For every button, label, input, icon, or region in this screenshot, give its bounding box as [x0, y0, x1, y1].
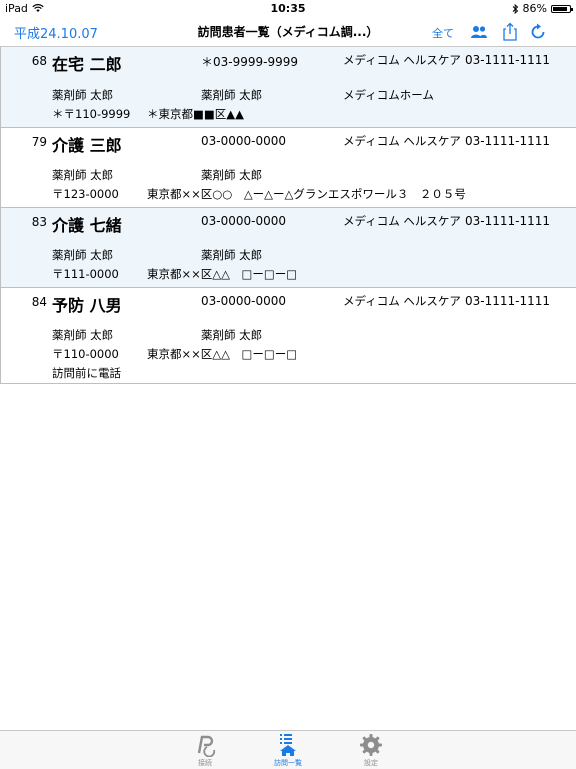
patient-name: 介護 三郎 [52, 136, 122, 155]
pharmacist-secondary: 薬剤師 太郎 [201, 88, 263, 102]
patient-phone: ＊03-9999-9999 [201, 55, 299, 69]
patient-number: 68 [31, 54, 47, 68]
status-bar: iPad 10:35 86% [0, 0, 576, 18]
facility-name: メディコム ヘルスケア [343, 53, 461, 67]
patient-number: 83 [31, 215, 47, 229]
patient-name: 在宅 二郎 [52, 55, 122, 74]
address: 東京都××区○○ △ー△ー△グランエスポワール３ ２０５号 [147, 187, 466, 201]
share-icon[interactable] [500, 22, 520, 42]
patient-name: 介護 七緒 [52, 216, 122, 235]
address: ＊東京都■■区▲▲ [147, 107, 244, 121]
facility-name: メディコム ヘルスケア [343, 134, 461, 148]
page-title: 訪問患者一覧（メディコム調...） [197, 25, 379, 39]
patient-phone: 03-0000-0000 [201, 134, 287, 148]
tab-settings[interactable]: 設定 [341, 733, 401, 768]
pharmacist-primary: 薬剤師 太郎 [52, 168, 114, 182]
home-name: メディコムホーム [343, 88, 434, 102]
visit-note: 訪問前に電話 [52, 366, 121, 380]
pharmacist-secondary: 薬剤師 太郎 [201, 168, 263, 182]
patient-row[interactable]: 68 在宅 二郎 ＊03-9999-9999 メディコム ヘルスケア 03-11… [0, 47, 576, 128]
pharmacist-primary: 薬剤師 太郎 [52, 328, 114, 342]
postal-code: 〒111-0000 [52, 267, 119, 281]
battery-icon [551, 4, 573, 13]
pharmacist-secondary: 薬剤師 太郎 [201, 248, 263, 262]
tab-label: 接続 [198, 759, 212, 767]
status-time: 10:35 [270, 2, 306, 15]
patient-number: 79 [31, 135, 47, 149]
gear-icon [360, 734, 382, 756]
patient-row[interactable]: 84 予防 八男 03-0000-0000 メディコム ヘルスケア 03-111… [0, 288, 576, 384]
pharmacist-primary: 薬剤師 太郎 [52, 248, 114, 262]
patient-number: 84 [31, 295, 47, 309]
tab-connect[interactable]: 接続 [175, 733, 235, 768]
patient-list: 68 在宅 二郎 ＊03-9999-9999 メディコム ヘルスケア 03-11… [0, 47, 576, 384]
tab-visit-list[interactable]: 訪問一覧 [258, 733, 318, 768]
facility-name: メディコム ヘルスケア [343, 214, 461, 228]
users-icon[interactable] [469, 22, 489, 42]
show-all-button[interactable]: 全て [432, 25, 454, 41]
facility-phone: 03-1111-1111 [465, 134, 551, 148]
bluetooth-icon [512, 3, 518, 14]
home-list-icon [280, 734, 296, 756]
patient-phone: 03-0000-0000 [201, 294, 287, 308]
patient-name: 予防 八男 [52, 296, 122, 315]
postal-code: 〒123-0000 [52, 187, 119, 201]
address: 東京都××区△△ □ー□ー□ [147, 347, 298, 361]
pharmacist-secondary: 薬剤師 太郎 [201, 328, 263, 342]
tab-label: 訪問一覧 [274, 759, 302, 767]
patient-row[interactable]: 79 介護 三郎 03-0000-0000 メディコム ヘルスケア 03-111… [0, 128, 576, 208]
address: 東京都××区△△ □ー□ー□ [147, 267, 298, 281]
tab-label: 設定 [364, 759, 378, 767]
facility-phone: 03-1111-1111 [465, 294, 551, 308]
pharmacist-primary: 薬剤師 太郎 [52, 88, 114, 102]
postal-code: 〒110-0000 [52, 347, 119, 361]
facility-name: メディコム ヘルスケア [343, 294, 461, 308]
facility-phone: 03-1111-1111 [465, 53, 551, 67]
tab-bar: 接続 訪問一覧 設定 [0, 730, 576, 769]
patient-row[interactable]: 83 介護 七緒 03-0000-0000 メディコム ヘルスケア 03-111… [0, 208, 576, 288]
refresh-icon[interactable] [528, 22, 548, 42]
connect-icon [197, 735, 216, 757]
battery-percent: 86% [522, 2, 547, 15]
navigation-bar: 平成24.10.07 訪問患者一覧（メディコム調...） 全て [0, 18, 576, 47]
facility-phone: 03-1111-1111 [465, 214, 551, 228]
patient-phone: 03-0000-0000 [201, 214, 287, 228]
postal-code: ＊〒110-9999 [52, 107, 131, 121]
